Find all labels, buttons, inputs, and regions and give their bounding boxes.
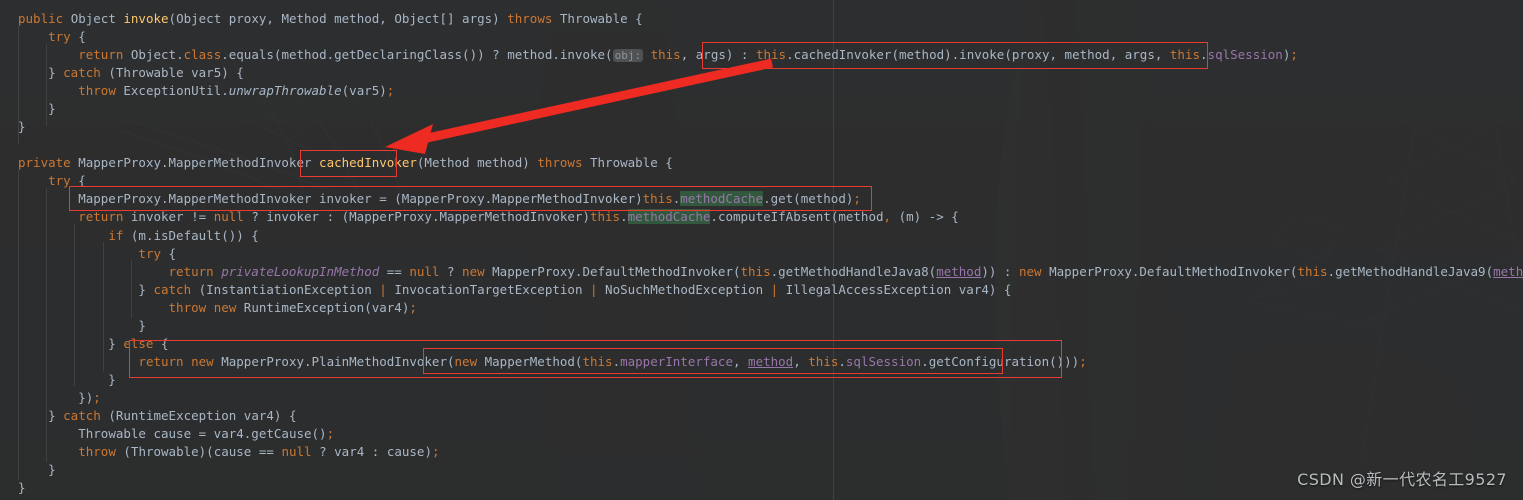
code-line[interactable]: } <box>0 461 56 479</box>
code-line[interactable]: } <box>0 371 116 389</box>
csdn-watermark: CSDN @新一代农名工9527 <box>1297 470 1507 489</box>
code-line[interactable]: if (m.isDefault()) { <box>0 227 259 245</box>
code-line[interactable]: MapperProxy.MapperMethodInvoker invoker … <box>0 190 861 208</box>
code-line[interactable]: private MapperProxy.MapperMethodInvoker … <box>0 154 673 172</box>
code-line[interactable]: }); <box>0 389 101 407</box>
code-line[interactable]: try { <box>0 28 86 46</box>
code-line[interactable]: } <box>0 317 146 335</box>
code-line[interactable]: return privateLookupInMethod == null ? n… <box>0 263 1523 281</box>
code-line[interactable]: throw (Throwable)(cause == null ? var4 :… <box>0 443 439 461</box>
highlighted-identifier: methodCache <box>680 191 764 206</box>
code-line[interactable]: return Object.class.equals(method.getDec… <box>0 46 1298 64</box>
code-viewport[interactable]: public Object invoke(Object proxy, Metho… <box>0 0 1523 500</box>
highlighted-identifier: methodCache <box>627 209 711 224</box>
code-line[interactable]: } catch (InstantiationException | Invoca… <box>0 281 1011 299</box>
code-line[interactable]: return new MapperProxy.PlainMethodInvoke… <box>0 353 1086 371</box>
code-line[interactable]: } <box>0 100 56 118</box>
code-line[interactable]: try { <box>0 245 176 263</box>
code-line[interactable]: } <box>0 479 26 497</box>
parameter-hint-obj: obj: <box>612 49 644 62</box>
code-line[interactable]: public Object invoke(Object proxy, Metho… <box>0 10 643 28</box>
code-editor-screenshot: public Object invoke(Object proxy, Metho… <box>0 0 1523 500</box>
code-line[interactable]: } <box>0 118 26 136</box>
code-line[interactable]: return invoker != null ? invoker : (Mapp… <box>0 208 959 226</box>
code-line[interactable]: try { <box>0 172 86 190</box>
code-line[interactable]: } catch (Throwable var5) { <box>0 64 244 82</box>
code-line[interactable]: throw ExceptionUtil.unwrapThrowable(var5… <box>0 82 394 100</box>
code-line[interactable]: Throwable cause = var4.getCause(); <box>0 425 334 443</box>
code-line[interactable]: } else { <box>0 335 168 353</box>
code-line[interactable]: throw new RuntimeException(var4); <box>0 299 417 317</box>
code-line[interactable]: } catch (RuntimeException var4) { <box>0 407 296 425</box>
